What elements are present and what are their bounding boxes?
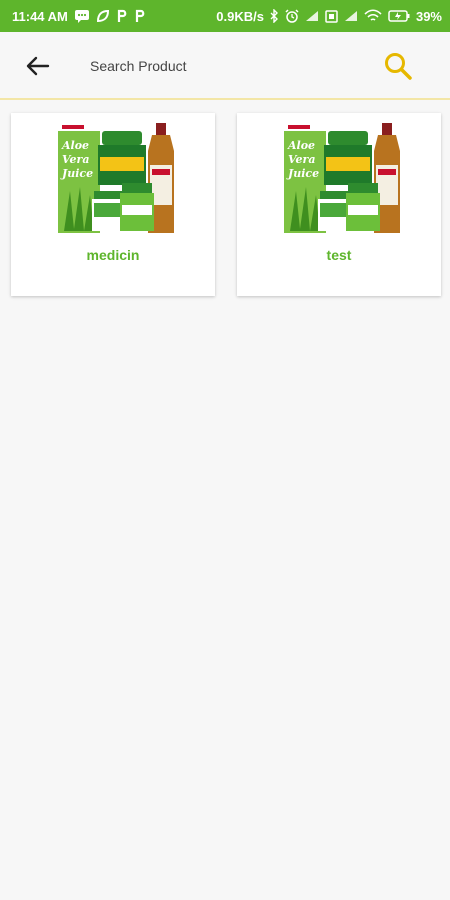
product-grid: Aloe Vera Juice medicin Aloe Vera Juice … [11, 113, 441, 296]
svg-text:Aloe: Aloe [287, 139, 315, 152]
search-icon [385, 53, 412, 80]
back-button[interactable] [20, 48, 56, 84]
wifi-icon [364, 9, 382, 23]
search-button[interactable] [380, 48, 416, 84]
product-image: Aloe Vera Juice [58, 123, 174, 233]
svg-text:Juice: Juice [60, 167, 93, 180]
app-bar [0, 32, 450, 100]
status-bar: 11:44 AM 0.9KB/s 39% [0, 0, 450, 32]
p-app-icon [116, 9, 128, 23]
svg-text:Aloe: Aloe [61, 139, 89, 152]
battery-level: 39% [415, 8, 442, 24]
product-card[interactable]: Aloe Vera Juice test [237, 113, 441, 296]
status-time: 11:44 AM [12, 8, 68, 24]
svg-text:Juice: Juice [286, 167, 319, 180]
product-image: Aloe Vera Juice [284, 123, 400, 233]
status-left: 11:44 AM [12, 9, 146, 24]
battery-icon [388, 10, 410, 22]
svg-text:Vera: Vera [62, 153, 89, 166]
status-right: 0.9KB/s 39% [216, 9, 442, 24]
product-name: test [326, 247, 352, 263]
p-app-icon-2 [134, 9, 146, 23]
bluetooth-icon [270, 9, 279, 23]
sim-icon [325, 9, 338, 23]
product-card[interactable]: Aloe Vera Juice medicin [11, 113, 215, 296]
product-name: medicin [86, 247, 140, 263]
back-arrow-icon [26, 56, 50, 76]
leaf-icon [96, 9, 110, 23]
alarm-icon [285, 9, 299, 23]
signal-icon [305, 10, 319, 22]
signal-icon-2 [344, 10, 358, 22]
network-speed: 0.9KB/s [216, 8, 264, 24]
svg-text:Vera: Vera [288, 153, 315, 166]
message-icon [74, 9, 90, 23]
search-input[interactable] [82, 52, 368, 80]
